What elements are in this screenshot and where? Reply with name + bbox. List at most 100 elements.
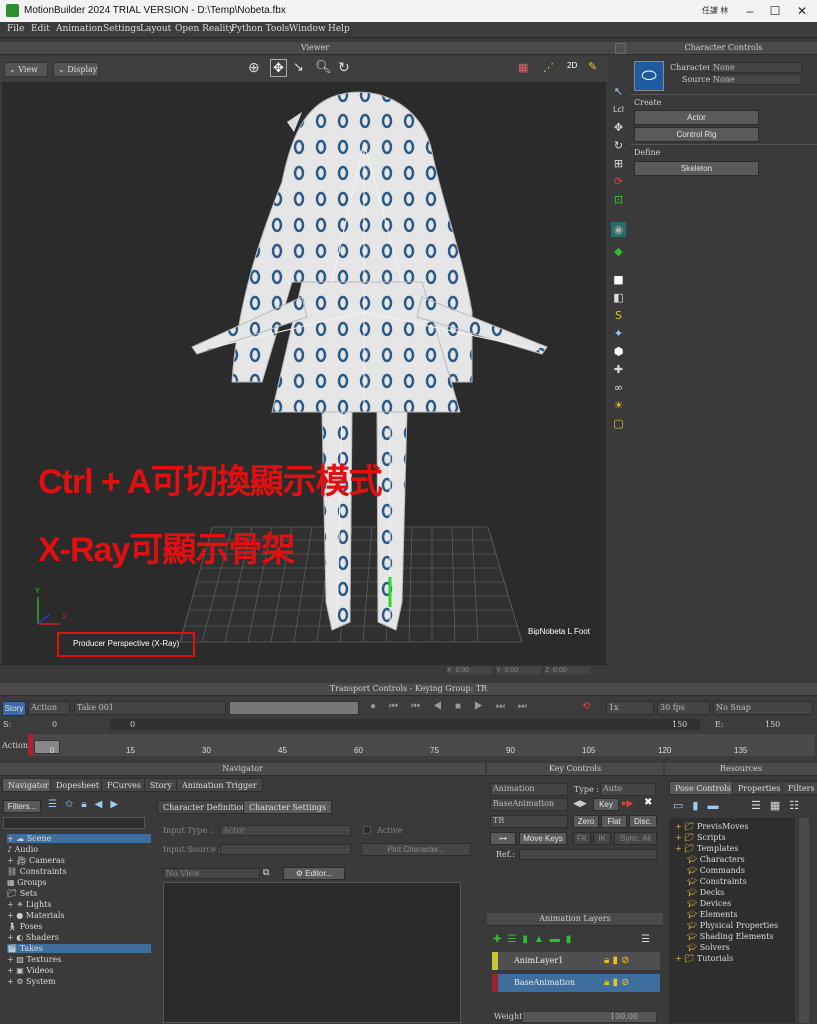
scale-icon[interactable]: ⊞ [611, 156, 626, 171]
base-animation-dropdown[interactable]: BaseAnimation [490, 798, 568, 811]
tab-animation-trigger[interactable]: Animation Trigger [176, 778, 263, 792]
navigator-tree-item[interactable]: + 🎥︎ Cameras [7, 856, 151, 865]
navigator-tree-item[interactable]: + ● Materials [7, 911, 151, 920]
input-source-dropdown[interactable] [220, 844, 351, 855]
link-icon[interactable]: ∞ [611, 380, 626, 395]
resource-tree-item[interactable]: 🎓︎ Constraints [687, 877, 747, 886]
orbit-icon[interactable]: ⊕ [248, 59, 260, 76]
layer-animlayer1[interactable]: AnimLayer1 🔒︎ ▮ ⊘ [492, 952, 660, 970]
keyframe-icon[interactable]: ▦ [518, 61, 528, 74]
view-2d-icon[interactable]: 2D [567, 61, 577, 70]
tab-dopesheet[interactable]: Dopesheet [50, 778, 106, 792]
skeleton-button[interactable]: Skeleton [634, 161, 759, 176]
hexagon-icon[interactable]: ⬢ [611, 344, 626, 359]
navigator-tree-item[interactable]: + ☁ Scene [7, 834, 151, 843]
story-button[interactable]: Story [2, 701, 26, 716]
resource-tree-item[interactable]: 🎓︎ Elements [687, 910, 738, 919]
time-cursor[interactable] [34, 740, 60, 754]
ref-dropdown[interactable] [519, 849, 657, 860]
navigator-tree-item[interactable]: + ▧ Textures [7, 955, 151, 964]
tab-navigator[interactable]: Navigator [2, 778, 55, 792]
select-tool-icon[interactable]: ↖ [611, 84, 626, 99]
active-checkbox[interactable] [363, 826, 371, 834]
navigator-tree-item[interactable]: ▦ Groups [7, 878, 151, 887]
cube-icon[interactable]: ■ [611, 272, 626, 287]
layer-base-animation[interactable]: BaseAnimation 🔒︎ ▮ ⊘ [492, 974, 660, 992]
type-dropdown[interactable]: Auto [600, 783, 656, 796]
start-value[interactable]: 0 [52, 720, 57, 729]
menu-file[interactable]: File [7, 24, 24, 34]
tab-properties[interactable]: Properties [732, 781, 787, 795]
resource-tree-item[interactable]: 🎓︎ Devices [687, 899, 731, 908]
minimize-button[interactable]: – [738, 3, 762, 19]
lock-icon[interactable]: 🔒︎ ▮ ⊘ [604, 954, 630, 967]
pan-icon[interactable]: ✥ [270, 59, 287, 77]
navigator-tree-item[interactable]: + ☀ Lights [7, 900, 151, 909]
source-dropdown[interactable]: None [710, 74, 802, 85]
resource-tree-item[interactable]: 🎓︎ Shading Elements [687, 932, 774, 941]
navigator-search-input[interactable] [3, 817, 145, 829]
disc-button[interactable]: Disc. [629, 815, 657, 828]
tab-filters[interactable]: Filters [782, 781, 817, 795]
plot-character-button[interactable]: Plot Character... [361, 843, 471, 856]
translate-icon[interactable]: ✥ [611, 120, 626, 135]
delete-key-icon[interactable]: ●▶ [621, 798, 633, 809]
view-button[interactable]: ⌄ View [4, 62, 48, 77]
local-icon[interactable]: Lcl [611, 102, 626, 117]
navigator-tree-item[interactable]: ♪ Audio [7, 845, 151, 854]
loop-icon[interactable]: ⟲ [582, 701, 590, 712]
menu-open-reality[interactable]: Open Reality [175, 24, 234, 34]
viewer-close-icon[interactable] [615, 43, 626, 54]
end-value[interactable]: 150 [672, 720, 687, 729]
maximize-button[interactable]: ☐ [763, 3, 787, 19]
menu-window[interactable]: Window [289, 24, 326, 34]
select-arrow-icon[interactable]: ↘ [293, 59, 304, 75]
menu-python-tools[interactable]: Python Tools [231, 24, 289, 34]
resource-tree-item[interactable]: + 📁︎ PrevisMoves [675, 822, 748, 831]
coord-z[interactable]: Z 0.00 [545, 667, 590, 674]
animation-dropdown[interactable]: Animation [490, 783, 568, 796]
key-type-icon[interactable]: ⊶ [490, 832, 516, 845]
key-button[interactable]: Key [593, 798, 619, 811]
menu-help[interactable]: Help [328, 24, 350, 34]
weight-slider[interactable]: 100.00 [522, 1011, 657, 1023]
take-dropdown[interactable]: Take 001 [74, 701, 226, 715]
ik-icon[interactable]: ⟳ [611, 174, 626, 189]
move-keys-button[interactable]: Move Keys [519, 832, 567, 845]
user-name[interactable]: 任謙 林 [702, 5, 728, 16]
input-type-dropdown[interactable]: Actor [220, 825, 351, 836]
navigator-tree-item[interactable]: + ◐ Shaders [7, 933, 151, 942]
filters-button[interactable]: Filters... [3, 800, 41, 813]
clear-icon[interactable]: ✖ [644, 797, 652, 808]
timeline-ruler[interactable] [28, 734, 815, 756]
rotate-tool-icon[interactable]: ↻ [611, 138, 626, 153]
navigator-tree-item[interactable]: 🎬︎ Takes [7, 944, 151, 953]
sun-icon[interactable]: ☀ [611, 398, 626, 413]
end-value-2[interactable]: 150 [765, 720, 780, 729]
navigator-tree-item[interactable]: ⛓ Constraints [7, 867, 151, 876]
action-dropdown[interactable]: Action [28, 701, 70, 715]
snap-icon[interactable]: ⊡ [611, 192, 626, 207]
3d-viewport[interactable]: X Y Ctrl + A可切換顯示模式 X-Ray可顯示骨架 BipNobeta… [2, 82, 606, 664]
transport-slider[interactable] [229, 701, 359, 715]
navigator-tree-item[interactable]: 🚶︎ Poses [7, 922, 151, 931]
light-icon[interactable]: ◆ [611, 244, 626, 259]
menu-settings[interactable]: Settings [103, 24, 141, 34]
trajectory-icon[interactable]: ⋰ [543, 61, 554, 74]
tab-story[interactable]: Story [144, 778, 178, 792]
null-icon[interactable]: ✚ [611, 362, 626, 377]
resource-tree-item[interactable]: 🎓︎ Physical Properties [687, 921, 778, 930]
speed-dropdown[interactable]: 1x [606, 701, 654, 715]
lock-icon[interactable]: 🔒︎ ▮ ⊘ [604, 976, 630, 989]
resource-tree-item[interactable]: 🎓︎ Decks [687, 888, 724, 897]
menu-animation[interactable]: Animation [56, 24, 103, 34]
resource-tree-item[interactable]: + 📁︎ Scripts [675, 833, 726, 842]
flat-button[interactable]: Flat [601, 815, 627, 828]
snap-dropdown[interactable]: No Snap [713, 701, 813, 715]
character-icon[interactable]: ⬭ [634, 61, 664, 91]
camera-icon[interactable]: ◉ [611, 222, 626, 237]
character-dropdown[interactable]: None [710, 62, 802, 73]
box-icon[interactable]: ◧ [611, 290, 626, 305]
menu-layout[interactable]: Layout [140, 24, 171, 34]
navigator-tool-icons[interactable]: ☰✩🔒︎◀▶ [48, 799, 126, 810]
